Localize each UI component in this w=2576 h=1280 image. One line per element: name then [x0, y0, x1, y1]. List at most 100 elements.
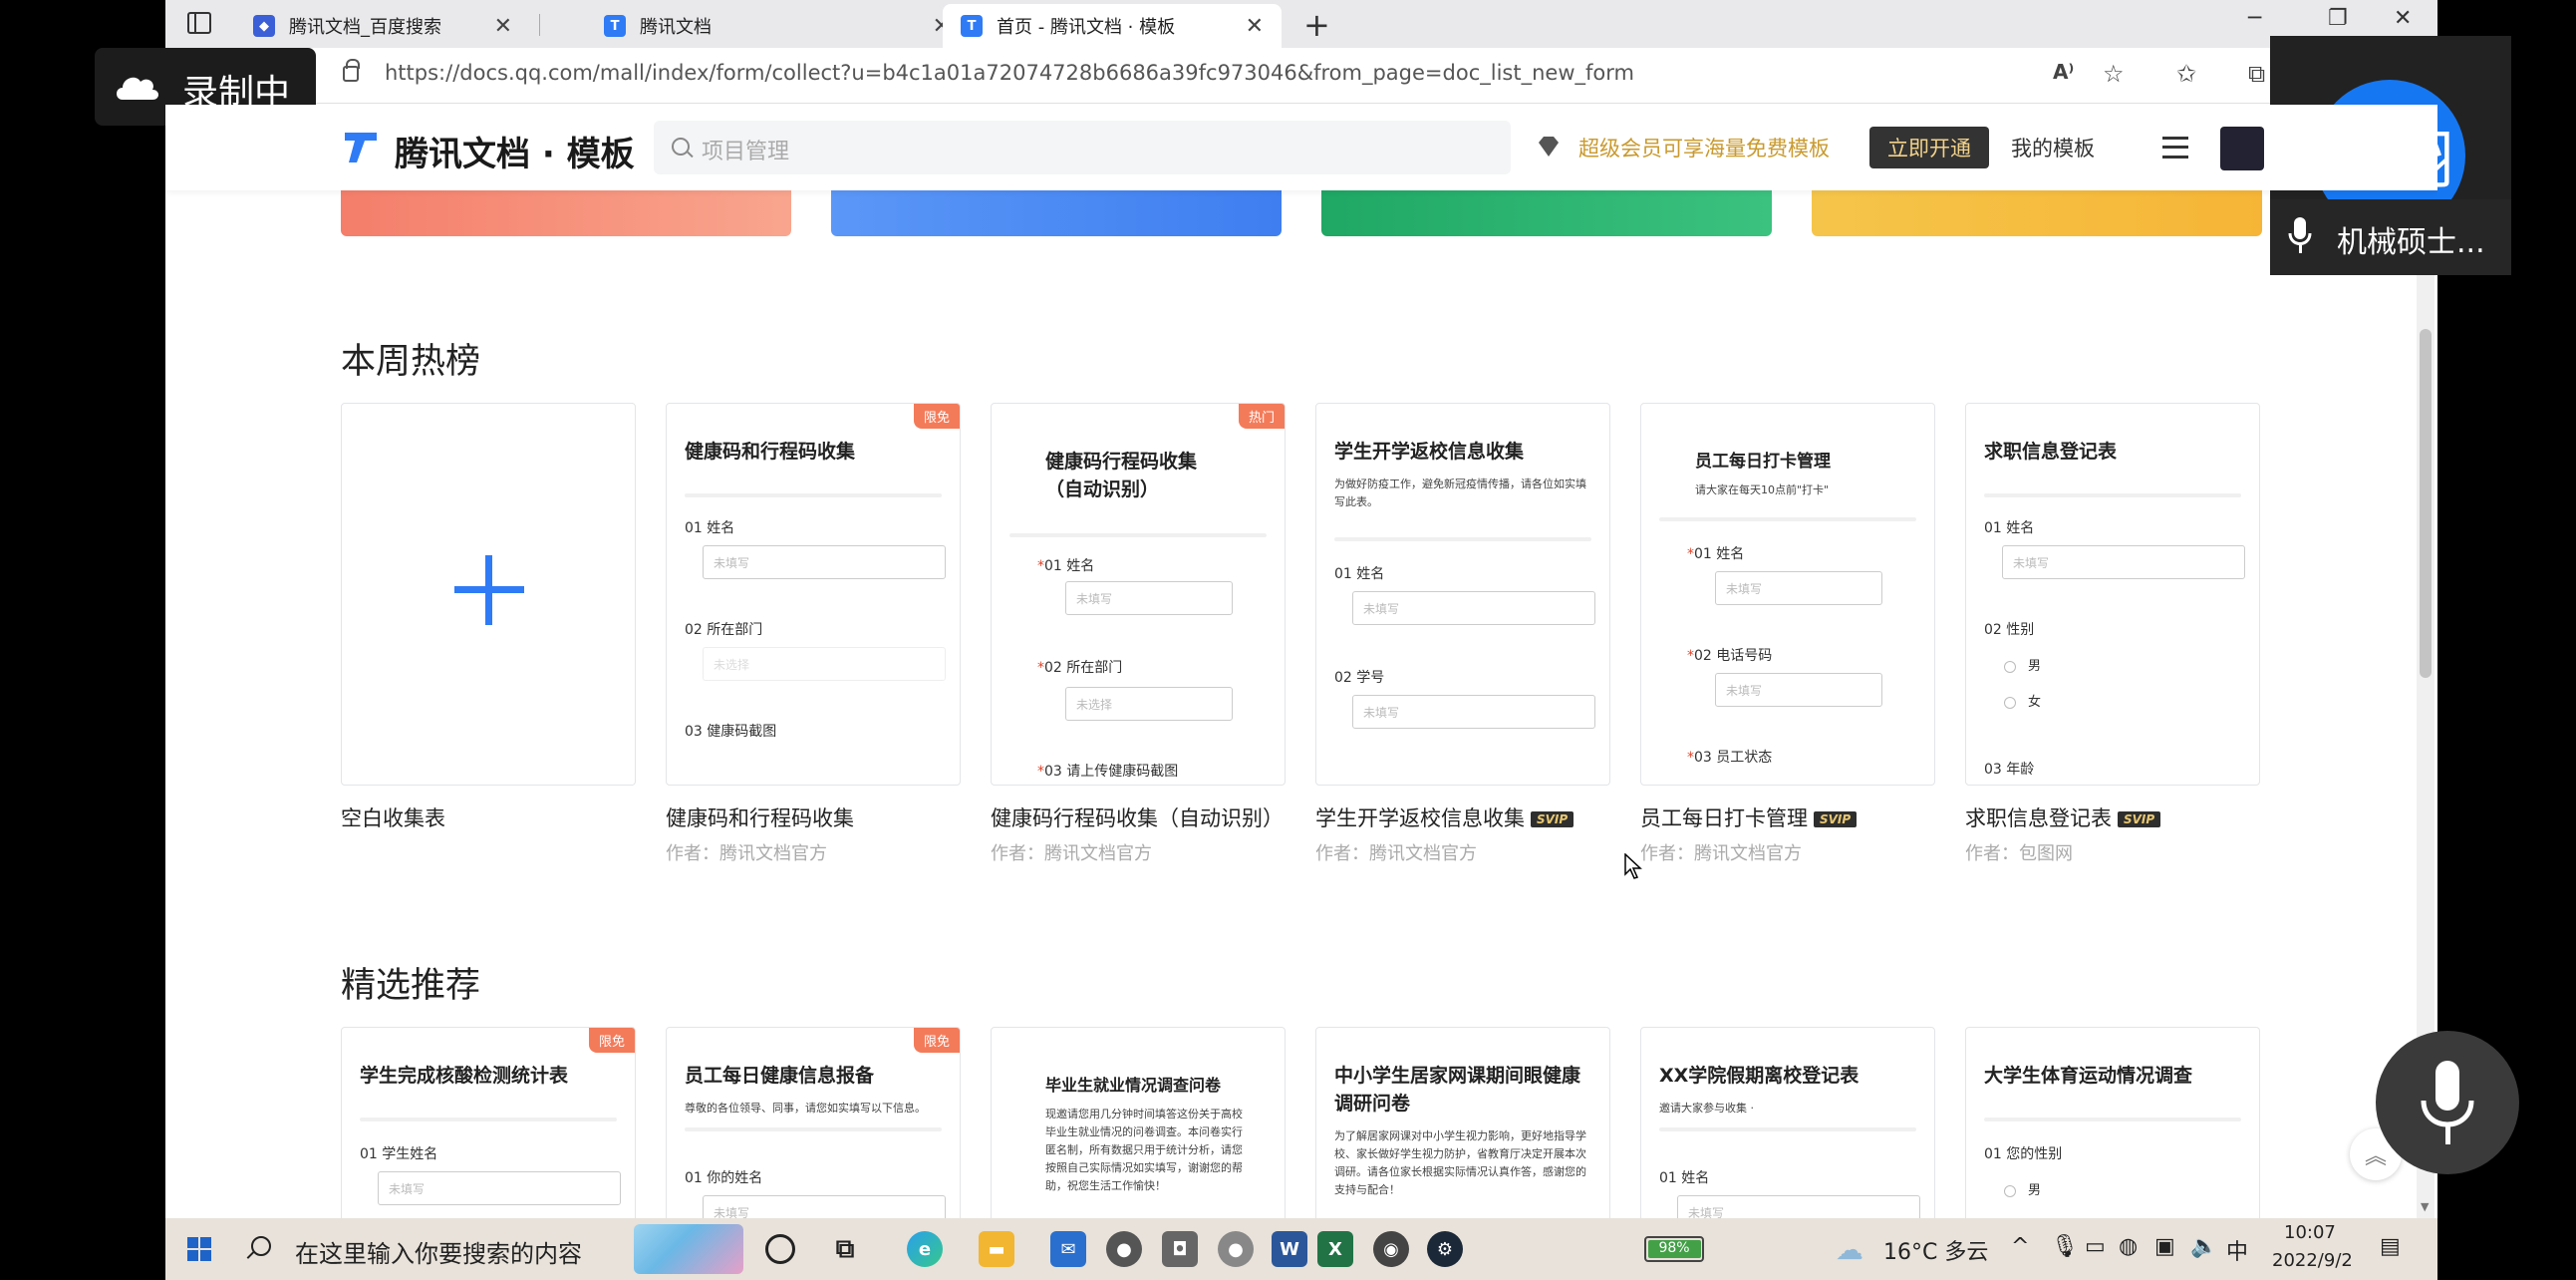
ime-indicator[interactable]: 中	[2226, 1234, 2248, 1266]
template-card[interactable]: 学生开学返校信息收集 为做好防疫工作，避免新冠疫情传播，请各位如实填写此表。 0…	[1315, 403, 1610, 786]
tab-templates-active[interactable]: T 首页 - 腾讯文档 · 模板 ✕	[943, 4, 1282, 48]
new-tab-icon[interactable]: +	[1303, 6, 1330, 44]
collections-icon[interactable]: ⧉	[2248, 60, 2265, 88]
restore-icon[interactable]: ❐	[2328, 6, 2348, 31]
add-favorite-icon[interactable]: ☆	[2103, 60, 2125, 88]
app-icon[interactable]: ●	[1106, 1231, 1142, 1267]
microphone-icon	[2288, 217, 2312, 253]
app-icon[interactable]: ◘	[1162, 1231, 1198, 1267]
search-icon	[672, 138, 690, 156]
word-icon[interactable]: W	[1272, 1231, 1307, 1267]
tray-app-icon[interactable]: ◍	[2119, 1234, 2138, 1259]
tray-app-icon[interactable]: ▭	[2085, 1234, 2106, 1259]
windows-start-icon[interactable]	[187, 1237, 211, 1261]
battery-icon[interactable]: 98%	[1644, 1236, 1704, 1262]
avatar[interactable]	[2220, 127, 2264, 170]
notification-icon[interactable]: ▤	[2380, 1234, 2401, 1259]
scroll-down-icon[interactable]: ▼	[2421, 1200, 2429, 1213]
template-card[interactable]: 中小学生居家网课期间眼健康调研问卷 为了解居家网课对中小学生视力影响，更好地指导…	[1315, 1027, 1610, 1226]
read-aloud-icon[interactable]: A⁾	[2053, 60, 2074, 84]
preview-select: 未选择	[1065, 687, 1233, 721]
banner-card[interactable]	[1321, 184, 1772, 236]
minimize-icon[interactable]: ─	[2248, 6, 2261, 31]
vip-promo-link[interactable]: 超级会员可享海量免费模板	[1578, 133, 1830, 162]
question-label: 01 学生姓名	[360, 1146, 438, 1162]
tab-bar: ◆ 腾讯文档_百度搜索 ✕ T 腾讯文档 ✕ T 首页 - 腾讯文档 · 模板 …	[165, 0, 2437, 48]
app-icon[interactable]: ◉	[1373, 1231, 1409, 1267]
template-card[interactable]: 员工每日打卡管理 请大家在每天10点前"打卡" *01 姓名 未填写 *02 电…	[1640, 403, 1935, 786]
preview-title: 健康码行程码收集 （自动识别）	[1045, 451, 1198, 500]
template-card[interactable]: 毕业生就业情况调查问卷 现邀请您用几分钟时间填答这份关于高校毕业生就业情况的问卷…	[991, 1027, 1286, 1226]
microphone-tray-icon[interactable]: 🎙	[2051, 1234, 2079, 1259]
template-card[interactable]: 限免 健康码和行程码收集 01 姓名 未填写 02 所在部门 未选择 03 健康…	[666, 403, 961, 786]
blank-form-card[interactable]	[341, 403, 636, 786]
lock-icon[interactable]	[343, 59, 360, 82]
divider	[685, 1127, 942, 1131]
mail-icon[interactable]: ✉	[1050, 1231, 1086, 1267]
preview-title: XX学院假期离校登记表	[1659, 1065, 1860, 1087]
cloud-icon	[117, 77, 158, 100]
card-caption[interactable]: 员工每日打卡管理 SVIP	[1640, 802, 1858, 832]
template-card[interactable]: 求职信息登记表 01 姓名 未填写 02 性别 男 女 03 年龄	[1965, 403, 2260, 786]
microphone-button[interactable]	[2376, 1031, 2519, 1174]
tab-actions-icon[interactable]	[187, 12, 211, 34]
scrollbar-thumb[interactable]	[2420, 329, 2432, 678]
template-card[interactable]: XX学院假期离校登记表 邀请大家参与收集 · 01 姓名 未填写	[1640, 1027, 1935, 1226]
banner-card[interactable]	[341, 184, 791, 236]
address-bar: https://docs.qq.com/mall/index/form/coll…	[165, 48, 2437, 104]
template-card[interactable]: 大学生体育运动情况调查 01 您的性别 男	[1965, 1027, 2260, 1226]
template-card[interactable]: 热门 健康码行程码收集 （自动识别） *01 姓名 未填写 *02 所在部门 未…	[991, 403, 1286, 786]
app-icon[interactable]: ●	[1218, 1231, 1254, 1267]
file-explorer-icon[interactable]: ▬	[979, 1231, 1014, 1267]
banner-card[interactable]	[1812, 184, 2262, 236]
card-caption[interactable]: 学生开学返校信息收集 SVIP	[1315, 802, 1574, 832]
clock-date[interactable]: 2022/9/2	[2272, 1250, 2353, 1271]
question-label: 03 健康码截图	[685, 724, 777, 740]
preview-input: 未填写	[1715, 571, 1882, 605]
cortana-icon[interactable]	[765, 1234, 795, 1264]
preview-input: 未填写	[1352, 591, 1595, 625]
preview-input: 未填写	[1715, 673, 1882, 707]
taskbar-search-input[interactable]: 在这里输入你要搜索的内容	[295, 1234, 582, 1269]
url-field[interactable]: https://docs.qq.com/mall/index/form/coll…	[385, 61, 1634, 85]
svip-badge: SVIP	[1531, 811, 1574, 827]
divider	[1984, 493, 2241, 497]
template-card[interactable]: 限免 学生完成核酸检测统计表 01 学生姓名 未填写	[341, 1027, 636, 1226]
tencent-docs-icon: T	[604, 15, 626, 37]
weather-cloud-icon: ☁	[1836, 1232, 1863, 1266]
template-search-input[interactable]: 项目管理	[654, 121, 1511, 174]
volume-icon[interactable]: 🔈	[2190, 1234, 2217, 1259]
card-author: 作者：包图网	[1965, 843, 2073, 864]
card-caption[interactable]: 健康码行程码收集（自动识别）	[991, 802, 1284, 832]
preview-title: 大学生体育运动情况调查	[1984, 1065, 2193, 1087]
preview-title: 员工每日健康信息报备	[685, 1065, 875, 1087]
menu-icon[interactable]	[2162, 137, 2188, 159]
tencent-docs-logo-icon[interactable]	[341, 127, 381, 166]
favorites-icon[interactable]: ✩	[2176, 60, 2196, 88]
network-icon[interactable]: ▣	[2154, 1234, 2175, 1259]
tab-tencent-docs[interactable]: T 腾讯文档 ✕	[586, 4, 969, 48]
show-hidden-icons[interactable]: ^	[2011, 1234, 2029, 1259]
template-card[interactable]: 限免 员工每日健康信息报备 尊敬的各位领导、同事，请您如实填写以下信息。 01 …	[666, 1027, 961, 1226]
badge-free: 限免	[913, 404, 960, 429]
open-vip-button[interactable]: 立即开通	[1869, 127, 1989, 168]
question-label: 01 姓名	[685, 520, 735, 536]
card-caption[interactable]: 健康码和行程码收集	[666, 802, 854, 832]
question-label: *03 请上传健康码截图	[1037, 761, 1178, 781]
edge-icon[interactable]: e	[907, 1231, 943, 1267]
tab-baidu[interactable]: ◆ 腾讯文档_百度搜索 ✕	[235, 4, 530, 48]
close-tab-icon[interactable]: ✕	[494, 14, 512, 39]
close-window-icon[interactable]: ✕	[2394, 6, 2412, 31]
card-caption[interactable]: 求职信息登记表 SVIP	[1965, 802, 2161, 832]
site-logo-text[interactable]: 腾讯文档 · 模板	[395, 127, 635, 175]
task-view-icon[interactable]: ⧉	[827, 1231, 863, 1267]
banner-card[interactable]	[831, 184, 1282, 236]
close-tab-icon[interactable]: ✕	[1246, 14, 1264, 39]
excel-icon[interactable]: X	[1317, 1231, 1353, 1267]
weather-text[interactable]: 16°C 多云	[1883, 1234, 1988, 1266]
card-caption[interactable]: 空白收集表	[341, 802, 445, 832]
caption-text: 员工每日打卡管理	[1640, 806, 1808, 830]
clock-time[interactable]: 10:07	[2284, 1222, 2336, 1243]
steam-icon[interactable]: ⚙	[1427, 1231, 1463, 1267]
my-templates-link[interactable]: 我的模板	[2011, 133, 2095, 162]
